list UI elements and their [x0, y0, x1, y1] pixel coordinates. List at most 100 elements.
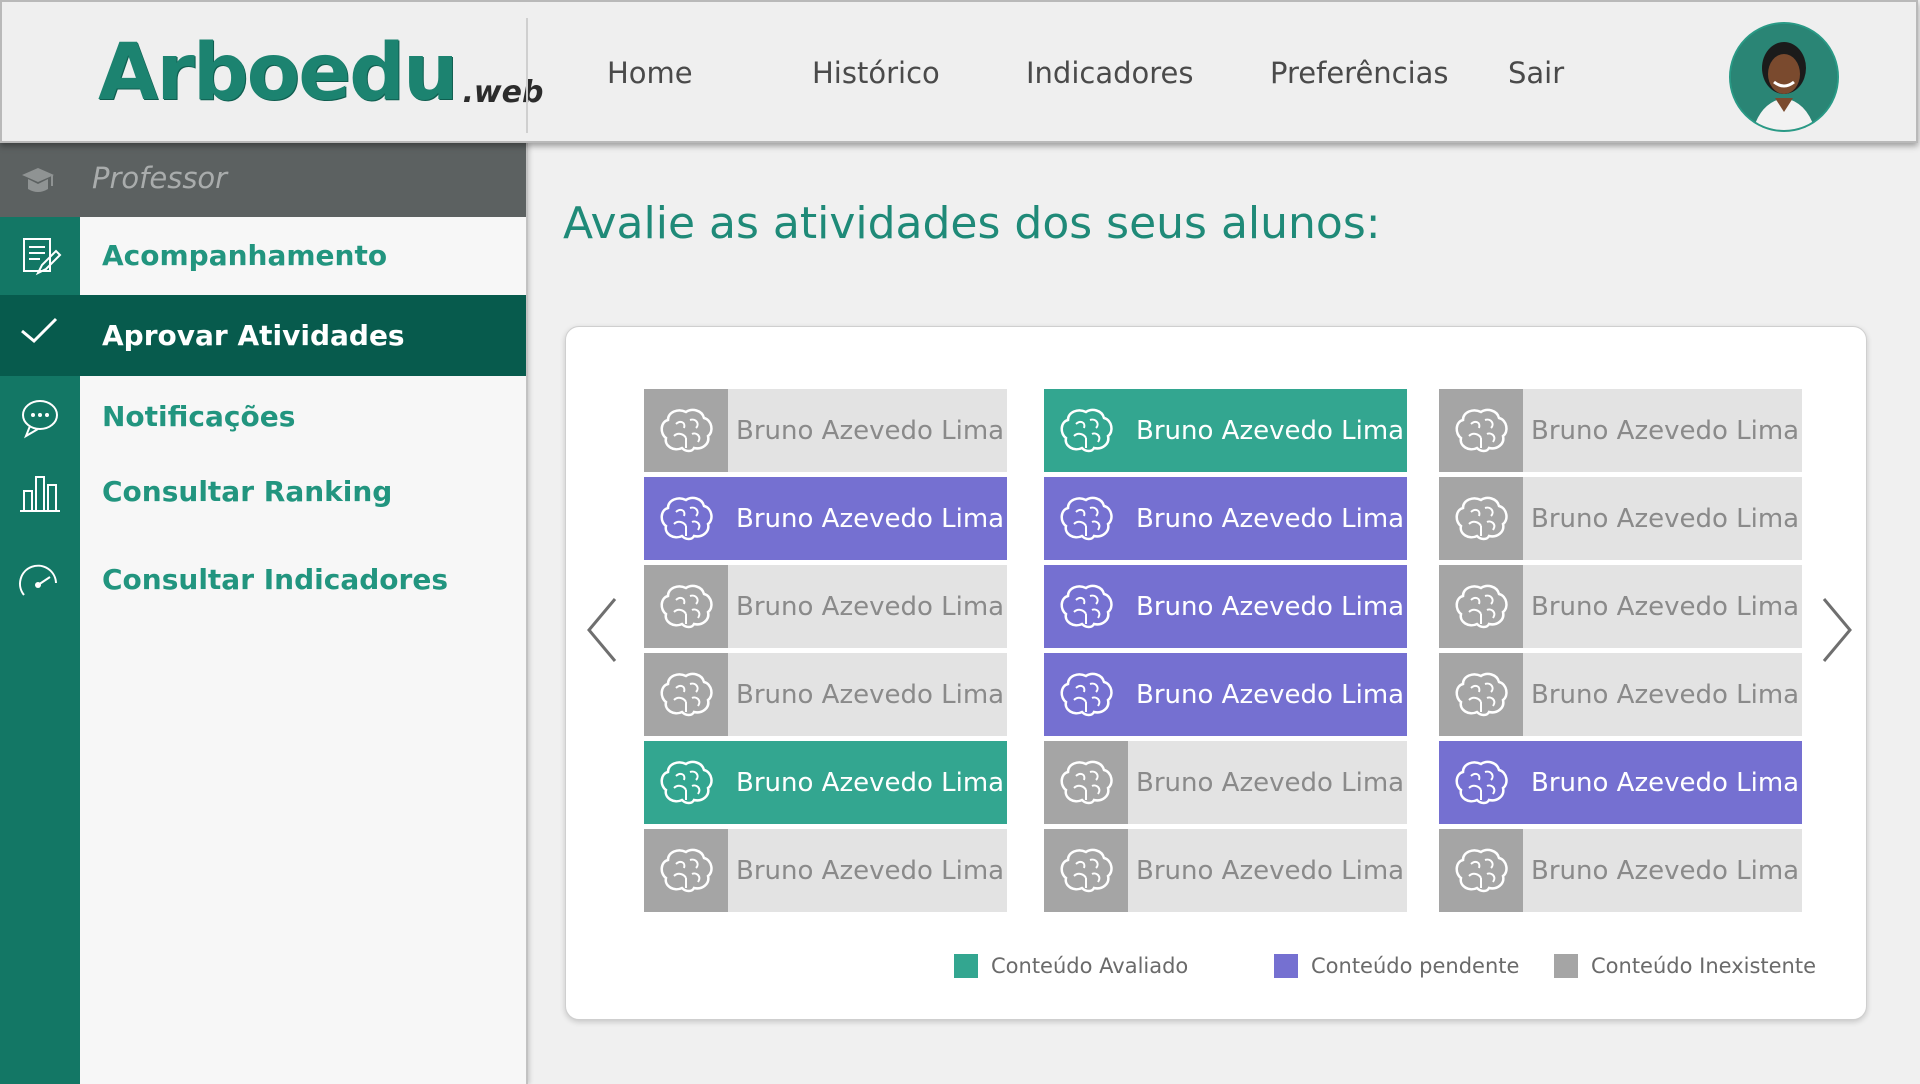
- tile-icon: [1044, 389, 1128, 472]
- tile-icon: [644, 565, 728, 648]
- gauge-icon: [19, 564, 57, 596]
- tile-icon: [1044, 829, 1128, 912]
- legend-swatch: [954, 954, 978, 978]
- brain-icon: [1060, 408, 1113, 452]
- student-name: Bruno Azevedo Lima: [728, 653, 1007, 736]
- sidebar-item-acompanhamento[interactable]: Acompanhamento: [0, 217, 526, 295]
- student-tile[interactable]: Bruno Azevedo Lima: [1439, 653, 1802, 736]
- student-name: Bruno Azevedo Lima: [1128, 829, 1407, 912]
- role-label: Professor: [92, 161, 228, 195]
- role-header: Professor: [0, 143, 526, 217]
- brain-icon: [660, 848, 713, 892]
- logo-wordmark: Arboedu: [98, 28, 459, 118]
- brain-icon: [1455, 408, 1508, 452]
- brain-icon: [1455, 672, 1508, 716]
- sidebar-item-label: Acompanhamento: [102, 239, 388, 272]
- brain-icon: [1060, 760, 1113, 804]
- student-tile[interactable]: Bruno Azevedo Lima: [644, 829, 1007, 912]
- bar-chart-icon: [20, 476, 60, 512]
- sidebar-item-consultar-indicadores[interactable]: Consultar Indicadores: [0, 541, 526, 619]
- sidebar-item-label: Aprovar Atividades: [102, 319, 405, 352]
- student-name: Bruno Azevedo Lima: [1128, 477, 1407, 560]
- tile-icon: [644, 653, 728, 736]
- legend-label: Conteúdo pendente: [1311, 954, 1520, 978]
- tile-icon: [1044, 477, 1128, 560]
- app-logo[interactable]: Arboedu .web: [98, 28, 543, 118]
- student-tile[interactable]: Bruno Azevedo Lima: [1439, 389, 1802, 472]
- nav-historico[interactable]: Histórico: [812, 56, 940, 96]
- student-tile[interactable]: Bruno Azevedo Lima: [1439, 829, 1802, 912]
- student-name: Bruno Azevedo Lima: [1523, 653, 1802, 736]
- student-tile[interactable]: Bruno Azevedo Lima: [644, 477, 1007, 560]
- student-tile[interactable]: Bruno Azevedo Lima: [1044, 389, 1407, 472]
- sidebar: Professor Acompanhamento Aprovar Ativida…: [0, 143, 528, 1084]
- tile-icon: [1044, 565, 1128, 648]
- user-avatar[interactable]: [1729, 22, 1839, 132]
- student-tile[interactable]: Bruno Azevedo Lima: [644, 389, 1007, 472]
- graduation-cap-icon: [22, 168, 54, 192]
- tile-icon: [1439, 477, 1523, 560]
- student-name: Bruno Azevedo Lima: [1128, 565, 1407, 648]
- student-name: Bruno Azevedo Lima: [1523, 477, 1802, 560]
- student-name: Bruno Azevedo Lima: [1523, 565, 1802, 648]
- student-tile[interactable]: Bruno Azevedo Lima: [644, 741, 1007, 824]
- chevron-left-icon[interactable]: [583, 595, 623, 665]
- student-name: Bruno Azevedo Lima: [1128, 389, 1407, 472]
- student-tile[interactable]: Bruno Azevedo Lima: [1044, 741, 1407, 824]
- student-name: Bruno Azevedo Lima: [1523, 741, 1802, 824]
- student-name: Bruno Azevedo Lima: [1523, 389, 1802, 472]
- tile-icon: [644, 829, 728, 912]
- tile-icon: [1044, 653, 1128, 736]
- brain-icon: [660, 584, 713, 628]
- student-tile[interactable]: Bruno Azevedo Lima: [644, 653, 1007, 736]
- student-tile[interactable]: Bruno Azevedo Lima: [1044, 829, 1407, 912]
- student-name: Bruno Azevedo Lima: [728, 829, 1007, 912]
- tile-icon: [1439, 389, 1523, 472]
- page-title: Avalie as atividades dos seus alunos:: [563, 198, 1381, 249]
- student-name: Bruno Azevedo Lima: [728, 477, 1007, 560]
- sidebar-item-notificacoes[interactable]: Notificações: [0, 378, 526, 456]
- brain-icon: [1060, 584, 1113, 628]
- brain-icon: [1455, 760, 1508, 804]
- edit-document-icon: [23, 238, 62, 276]
- nav-indicadores[interactable]: Indicadores: [1026, 56, 1194, 96]
- nav-preferencias[interactable]: Preferências: [1270, 56, 1449, 96]
- student-name: Bruno Azevedo Lima: [1128, 741, 1407, 824]
- tile-icon: [1044, 741, 1128, 824]
- tile-icon: [644, 741, 728, 824]
- legend-inexistente: Conteúdo Inexistente: [1554, 954, 1816, 978]
- brain-icon: [660, 760, 713, 804]
- tile-icon: [644, 389, 728, 472]
- sidebar-item-aprovar-atividades[interactable]: Aprovar Atividades: [0, 295, 526, 376]
- student-tile[interactable]: Bruno Azevedo Lima: [644, 565, 1007, 648]
- brain-icon: [1455, 496, 1508, 540]
- legend-label: Conteúdo Inexistente: [1591, 954, 1817, 978]
- nav-home[interactable]: Home: [607, 56, 693, 96]
- student-tile[interactable]: Bruno Azevedo Lima: [1044, 653, 1407, 736]
- chevron-right-icon[interactable]: [1816, 595, 1856, 665]
- student-tile[interactable]: Bruno Azevedo Lima: [1044, 477, 1407, 560]
- legend-swatch: [1274, 954, 1298, 978]
- legend-label: Conteúdo Avaliado: [991, 954, 1189, 978]
- avatar-portrait-icon: [1731, 24, 1837, 130]
- sidebar-item-consultar-ranking[interactable]: Consultar Ranking: [0, 453, 526, 531]
- student-name: Bruno Azevedo Lima: [728, 741, 1007, 824]
- student-tile[interactable]: Bruno Azevedo Lima: [1439, 477, 1802, 560]
- student-name: Bruno Azevedo Lima: [1523, 829, 1802, 912]
- brain-icon: [1455, 848, 1508, 892]
- brain-icon: [660, 672, 713, 716]
- top-header: Arboedu .web Home Histórico Indicadores …: [0, 0, 1918, 143]
- student-tile[interactable]: Bruno Azevedo Lima: [1439, 741, 1802, 824]
- checkmark-icon: [21, 317, 58, 344]
- brain-icon: [660, 408, 713, 452]
- tile-icon: [1439, 741, 1523, 824]
- chat-bubble-icon: [22, 400, 58, 439]
- sidebar-item-label: Consultar Indicadores: [102, 563, 448, 596]
- student-tile[interactable]: Bruno Azevedo Lima: [1439, 565, 1802, 648]
- student-name: Bruno Azevedo Lima: [1128, 653, 1407, 736]
- logo-suffix: .web: [462, 75, 544, 110]
- nav-sair[interactable]: Sair: [1508, 56, 1564, 96]
- student-tile[interactable]: Bruno Azevedo Lima: [1044, 565, 1407, 648]
- tile-icon: [1439, 829, 1523, 912]
- tile-icon: [644, 477, 728, 560]
